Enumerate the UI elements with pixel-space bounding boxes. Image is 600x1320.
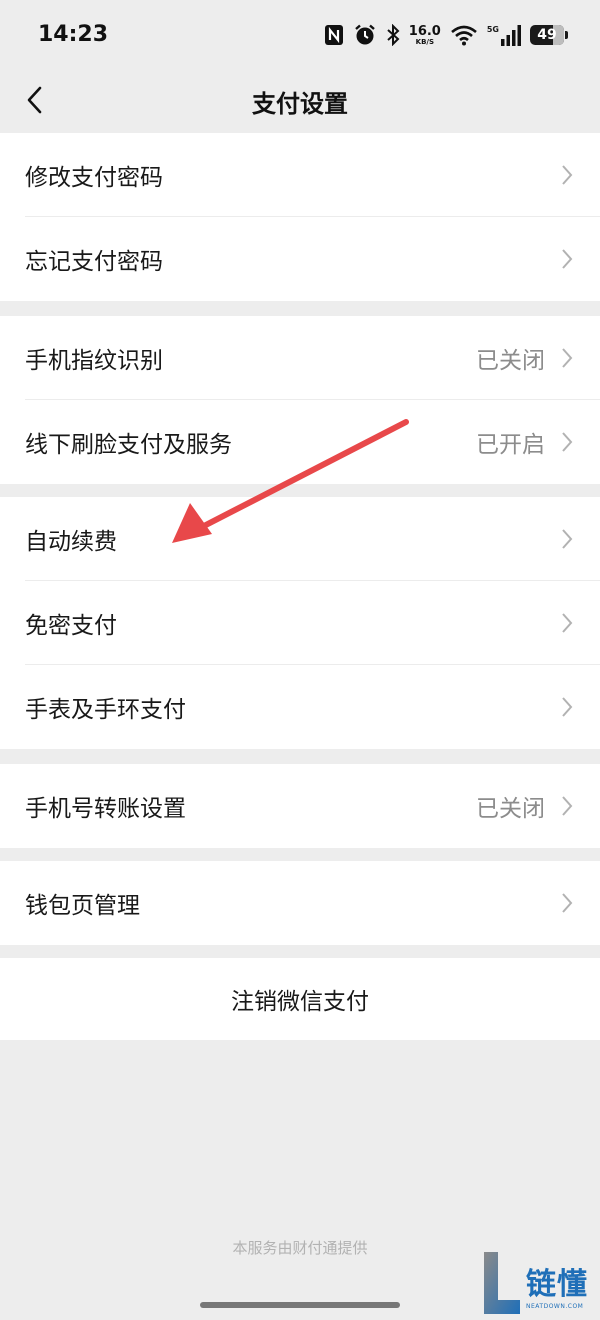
- row-status: 已关闭: [476, 348, 545, 374]
- row-wallet-page[interactable]: 钱包页管理: [0, 861, 600, 945]
- wifi-icon: [451, 25, 477, 46]
- watermark-l-icon: [484, 1252, 520, 1314]
- row-password-free-pay[interactable]: 免密支付: [0, 581, 600, 665]
- net-speed-unit: KB/S: [415, 37, 434, 46]
- home-indicator[interactable]: [200, 1302, 400, 1308]
- row-status: 已开启: [476, 432, 545, 458]
- nfc-icon: [324, 25, 343, 45]
- chevron-right-icon: [562, 796, 573, 816]
- row-label: 手机号转账设置: [25, 796, 186, 822]
- row-label: 修改支付密码: [25, 165, 163, 191]
- group-transfer: 手机号转账设置 已关闭: [0, 764, 600, 848]
- page-title: 支付设置: [252, 90, 348, 118]
- row-label: 免密支付: [25, 613, 117, 639]
- net-speed-value: 16.0: [408, 23, 441, 39]
- row-change-password[interactable]: 修改支付密码: [0, 133, 600, 217]
- battery-icon: 49: [530, 25, 564, 45]
- watermark-cn: 链懂: [526, 1267, 588, 1302]
- cell-network: 5G: [487, 24, 521, 46]
- row-phone-transfer[interactable]: 手机号转账设置 已关闭: [0, 764, 600, 848]
- row-label: 线下刷脸支付及服务: [25, 432, 232, 458]
- alarm-icon: [354, 24, 375, 45]
- group-password: 修改支付密码 忘记支付密码: [0, 133, 600, 301]
- row-label: 手表及手环支付: [25, 697, 186, 723]
- chevron-right-icon: [562, 165, 573, 185]
- status-bar: 14:23 16.0 KB/S 5G 49: [0, 0, 600, 70]
- watermark-en: NEATDOWN.COM: [526, 1303, 584, 1310]
- row-label: 自动续费: [25, 529, 117, 555]
- deactivate-wechat-pay-button[interactable]: 注销微信支付: [0, 958, 600, 1040]
- chevron-right-icon: [562, 613, 573, 633]
- chevron-right-icon: [562, 893, 573, 913]
- status-icons: 16.0 KB/S 5G 49: [324, 20, 568, 50]
- group-wallet: 钱包页管理: [0, 861, 600, 945]
- row-status: 已关闭: [476, 796, 545, 822]
- cell-signal-icon: [501, 25, 521, 46]
- bluetooth-icon: [387, 24, 400, 46]
- watermark-logo: 链懂 NEATDOWN.COM: [482, 1250, 594, 1316]
- status-time: 14:23: [38, 22, 109, 47]
- chevron-right-icon: [562, 697, 573, 717]
- group-payment-services: 自动续费 免密支付 手表及手环支付: [0, 497, 600, 749]
- group-deactivate: 注销微信支付: [0, 958, 600, 1040]
- row-auto-renewal[interactable]: 自动续费: [0, 497, 600, 581]
- row-label: 钱包页管理: [25, 893, 140, 919]
- net-speed: 16.0 KB/S: [409, 25, 441, 46]
- nav-bar: 支付设置: [0, 70, 600, 132]
- row-fingerprint[interactable]: 手机指纹识别 已关闭: [0, 316, 600, 400]
- chevron-right-icon: [562, 348, 573, 368]
- battery-level: 49: [537, 27, 557, 43]
- row-forgot-password[interactable]: 忘记支付密码: [0, 217, 600, 301]
- network-label: 5G: [486, 25, 499, 34]
- row-label: 忘记支付密码: [25, 249, 163, 275]
- group-biometrics: 手机指纹识别 已关闭 线下刷脸支付及服务 已开启: [0, 316, 600, 484]
- row-watch-band-pay[interactable]: 手表及手环支付: [0, 665, 600, 749]
- row-label: 手机指纹识别: [25, 348, 163, 374]
- chevron-right-icon: [562, 529, 573, 549]
- row-face-pay[interactable]: 线下刷脸支付及服务 已开启: [0, 400, 600, 484]
- chevron-right-icon: [562, 432, 573, 452]
- chevron-right-icon: [562, 249, 573, 269]
